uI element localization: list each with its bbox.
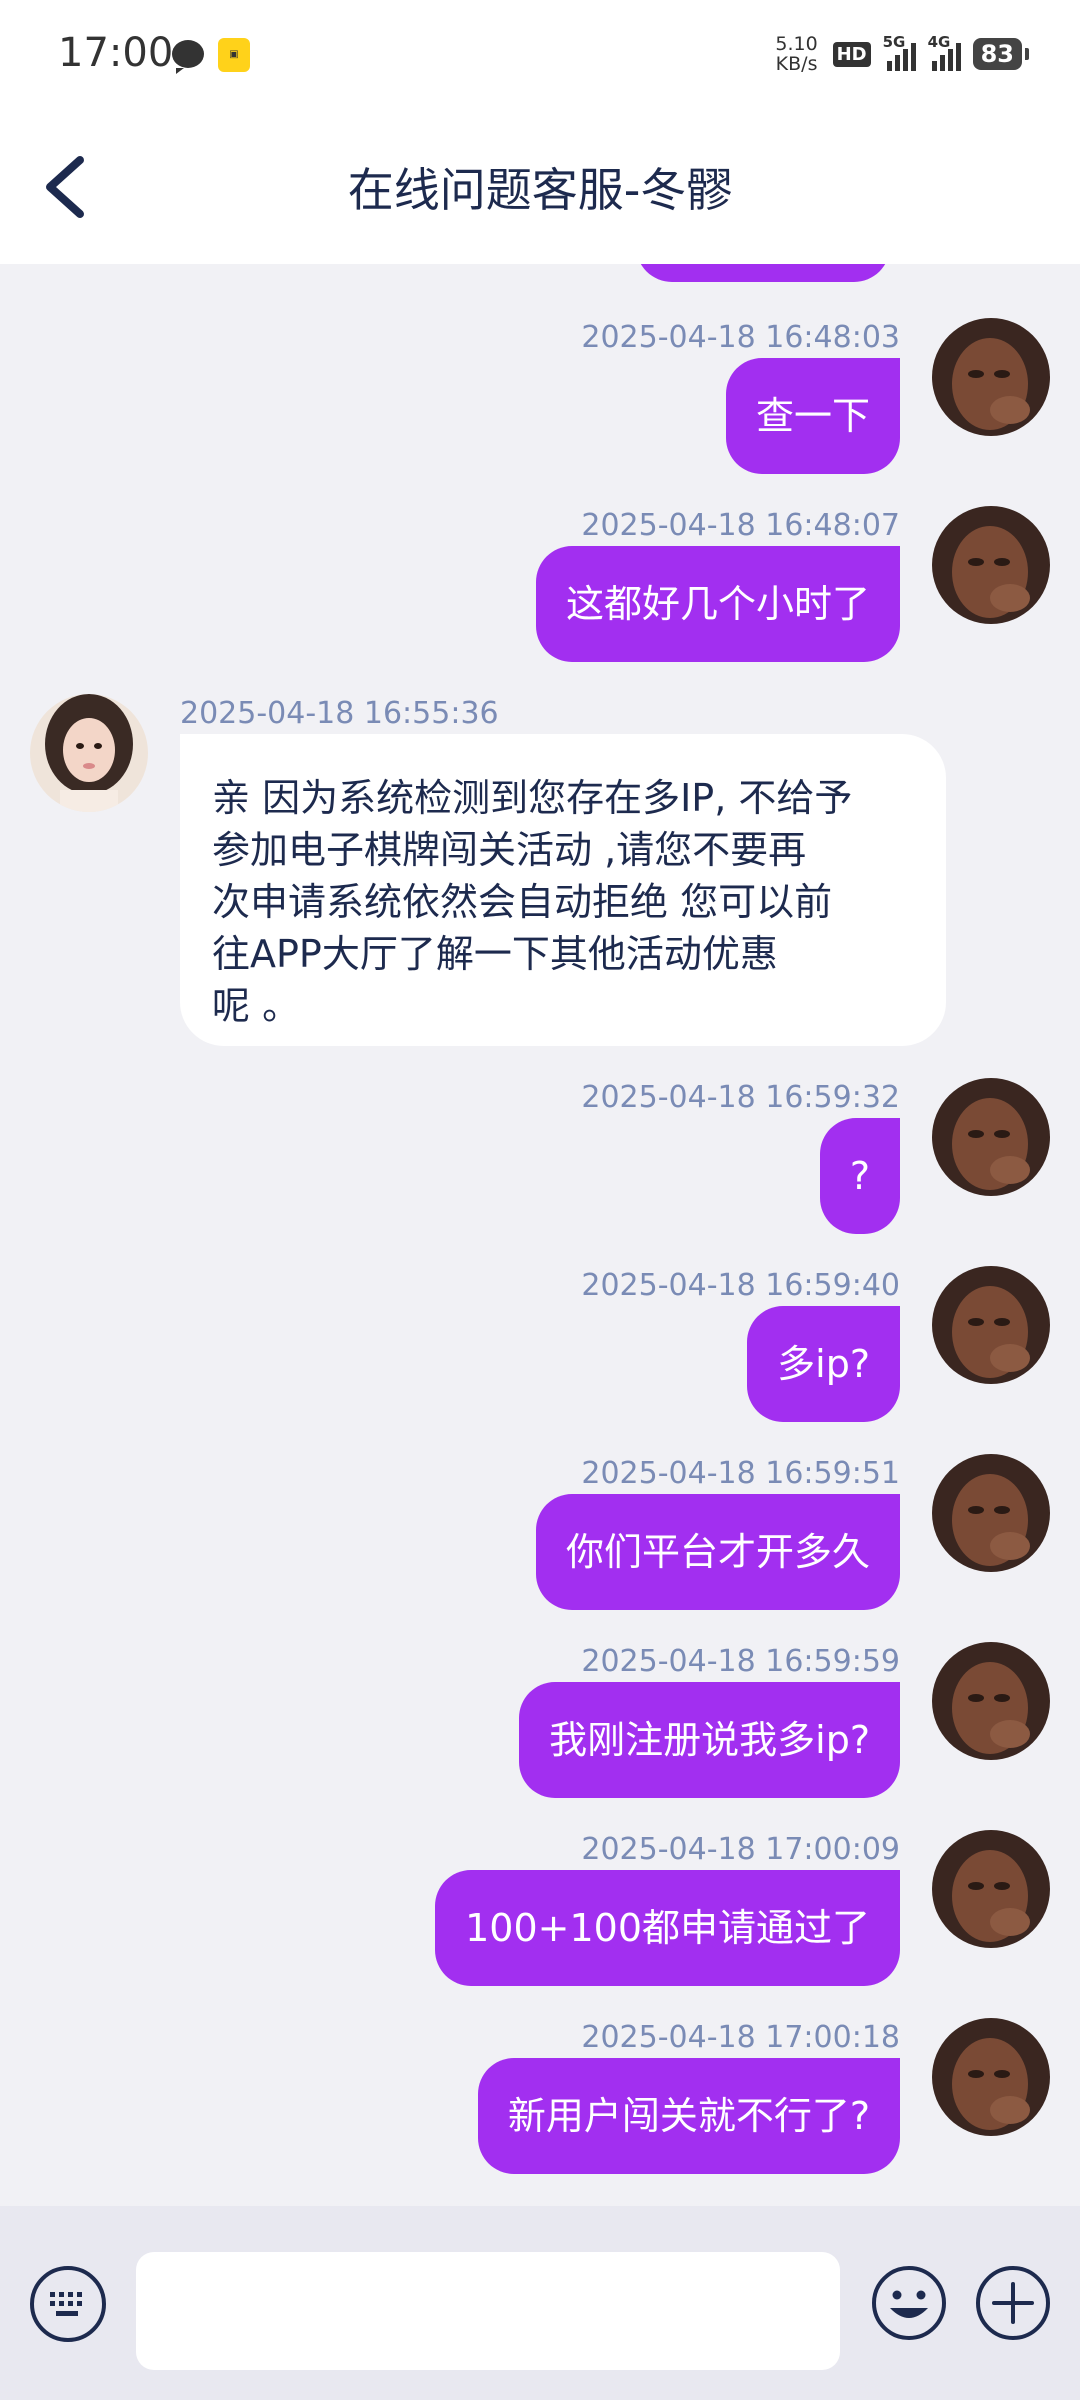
chat-messages[interactable]: 2025-04-18 16:48:03 查一下 2025-04-18 16:48… xyxy=(0,264,1080,2206)
emoji-button[interactable] xyxy=(870,2264,948,2342)
user-avatar xyxy=(932,1078,1050,1196)
keyboard-toggle-button[interactable] xyxy=(30,2266,106,2342)
user-avatar xyxy=(932,1266,1050,1384)
message-timestamp: 2025-04-18 16:55:36 xyxy=(180,696,499,731)
message-bubble-self[interactable]: 查一下 xyxy=(725,358,900,474)
user-avatar xyxy=(932,506,1050,624)
message-timestamp: 2025-04-18 16:48:03 xyxy=(581,320,900,355)
more-options-button[interactable] xyxy=(974,2264,1052,2342)
message-line: 亲 因为系统检测到您存在多IP, 不给予 xyxy=(212,776,853,820)
message-input[interactable] xyxy=(136,2252,840,2370)
message-bubble-self[interactable]: 我刚注册说我多ip? xyxy=(519,1682,900,1798)
status-bar: 17:00 ▣ 5.10 KB/s HD 5G 4G 83 xyxy=(0,0,1080,108)
previous-message-bubble xyxy=(636,264,890,282)
status-time: 17:00 xyxy=(58,30,174,76)
network-speed: 5.10 KB/s xyxy=(775,33,818,75)
status-icons: 5.10 KB/s HD 5G 4G 83 xyxy=(773,33,1030,75)
user-avatar xyxy=(932,1830,1050,1948)
smiley-icon xyxy=(872,2266,946,2340)
message-timestamp: 2025-04-18 16:48:07 xyxy=(581,508,900,543)
signal-5g-icon: 5G xyxy=(883,33,916,71)
message-line: 呢 。 xyxy=(212,984,301,1028)
keyboard-icon xyxy=(50,2292,82,2316)
input-bar xyxy=(0,2206,1080,2400)
user-avatar xyxy=(932,1642,1050,1760)
agent-avatar xyxy=(30,694,148,812)
signal-4g-icon: 4G xyxy=(928,33,961,71)
message-timestamp: 2025-04-18 17:00:18 xyxy=(581,2020,900,2055)
message-bubble-self[interactable]: ? xyxy=(819,1118,900,1234)
message-bubble-agent[interactable]: 亲 因为系统检测到您存在多IP, 不给予 参加电子棋牌闯关活动 ,请您不要再 次… xyxy=(180,734,946,1046)
message-bubble-self[interactable]: 你们平台才开多久 xyxy=(535,1494,900,1610)
message-bubble-self[interactable]: 这都好几个小时了 xyxy=(535,546,900,662)
page-title: 在线问题客服-冬髎 xyxy=(347,163,733,217)
message-timestamp: 2025-04-18 16:59:32 xyxy=(581,1080,900,1115)
message-timestamp: 2025-04-18 16:59:59 xyxy=(581,1644,900,1679)
message-bubble-self[interactable]: 多ip? xyxy=(747,1306,900,1422)
user-avatar xyxy=(932,2018,1050,2136)
hd-voice-icon: HD xyxy=(832,41,871,67)
message-line: 参加电子棋牌闯关活动 ,请您不要再 xyxy=(212,828,807,872)
message-timestamp: 2025-04-18 17:00:09 xyxy=(581,1832,900,1867)
message-notification-icon xyxy=(172,40,204,74)
message-timestamp: 2025-04-18 16:59:51 xyxy=(581,1456,900,1491)
plus-icon xyxy=(976,2266,1050,2340)
user-avatar xyxy=(932,1454,1050,1572)
message-bubble-self[interactable]: 100+100都申请通过了 xyxy=(435,1870,900,1986)
message-bubble-self[interactable]: 新用户闯关就不行了? xyxy=(477,2058,900,2174)
message-line: 往APP大厅了解一下其他活动优惠 xyxy=(212,932,778,976)
message-line: 次申请系统依然会自动拒绝 您可以前 xyxy=(212,880,833,924)
message-timestamp: 2025-04-18 16:59:40 xyxy=(581,1268,900,1303)
battery-icon: 83 xyxy=(972,38,1030,70)
app-notification-icon: ▣ xyxy=(218,38,250,72)
chat-header: 在线问题客服-冬髎 xyxy=(0,108,1080,264)
user-avatar xyxy=(932,318,1050,436)
